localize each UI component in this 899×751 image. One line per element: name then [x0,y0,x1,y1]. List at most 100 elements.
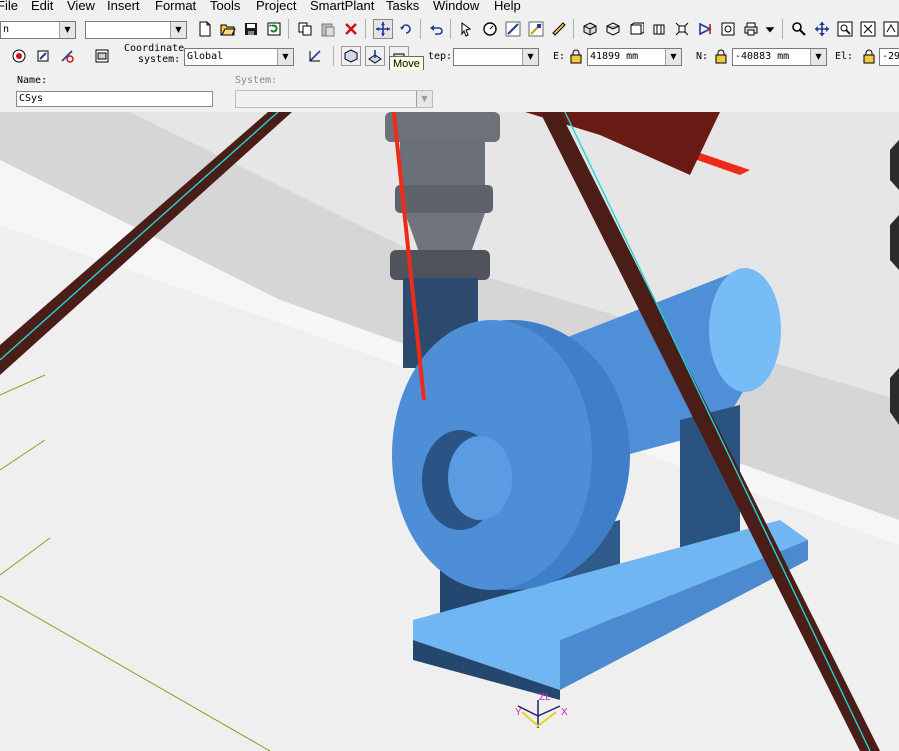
snap-button[interactable] [9,46,29,66]
undo-icon [430,25,443,35]
menu-format[interactable]: Format [155,0,196,13]
east-label: E: [553,51,566,62]
pan-button[interactable] [812,19,832,39]
north-value: -40883 mm [735,51,790,62]
coordinate-system-label: Coordinate [124,43,185,54]
place-pipe-button[interactable] [503,19,523,39]
view-top-button[interactable] [603,19,623,39]
active-permission-combo[interactable]: ▼ [85,21,187,39]
copy-button[interactable] [295,19,315,39]
name-label: Name: [17,75,48,86]
menu-tasks[interactable]: Tasks [386,0,419,13]
menu-file[interactable]: File [0,0,18,13]
view-front-button[interactable] [626,19,646,39]
elevation-lock-button[interactable] [860,47,878,65]
undo-button[interactable] [427,19,447,39]
select-arrow-icon [461,22,472,37]
properties-icon [721,22,735,36]
pipe-tool-icon [505,21,521,37]
view-iso-button[interactable] [580,19,600,39]
coordinate-system-combo[interactable]: Global ▼ [184,48,294,66]
delete-button[interactable] [341,19,361,39]
coordinate-system-label-line2: system: [138,54,181,65]
view-side-button[interactable] [649,19,669,39]
cube-side-icon [653,24,665,35]
name-field[interactable]: CSys [16,91,213,107]
menu-insert[interactable]: Insert [107,0,140,13]
move-button[interactable] [373,19,393,39]
zoom-button[interactable] [789,19,809,39]
pipe-flange [395,185,493,213]
menu-project[interactable]: Project [256,0,296,13]
measure-button[interactable] [480,19,500,39]
menu-view[interactable]: View [67,0,95,13]
new-button[interactable] [195,19,215,39]
chevron-down-icon[interactable]: ▼ [59,22,75,38]
chevron-down-icon [765,27,775,33]
nudge-button[interactable] [33,46,53,66]
menu-tools[interactable]: Tools [210,0,240,13]
properties-button[interactable] [718,19,738,39]
lock-icon [715,49,727,64]
north-lock-button[interactable] [712,47,730,65]
north-label: N: [696,51,709,62]
east-coordinate-combo[interactable]: 41899 mm ▼ [587,48,682,66]
step-combo[interactable]: ▼ [453,48,539,66]
menu-help[interactable]: Help [494,0,521,13]
zoom-area-button[interactable] [835,19,855,39]
chevron-down-icon[interactable]: ▼ [416,91,432,107]
east-lock-button[interactable] [567,47,585,65]
menu-smartplant[interactable]: SmartPlant [310,0,374,13]
paste-button[interactable] [318,19,338,39]
model-view-canvas[interactable]: ZL Y X [0,112,899,751]
filter-combo-value: n [3,24,10,35]
clip-button[interactable] [695,19,715,39]
chevron-down-icon[interactable]: ▼ [277,49,293,65]
system-combo[interactable]: ▼ [235,90,433,108]
filter-combo[interactable]: n ▼ [0,21,76,39]
pipe-flange [385,112,500,142]
ribbon-property-bar: Name: CSys System: ▼ [0,70,899,113]
elevation-coordinate-combo[interactable]: -29 [879,48,899,66]
print-button[interactable] [741,19,761,39]
component-tool-icon [528,21,544,37]
copy-icon [298,22,312,36]
magnifier-icon [792,22,806,36]
open-button[interactable] [218,19,238,39]
chevron-down-icon[interactable]: ▼ [522,49,538,65]
pump-motor-end [709,268,781,392]
cube-front-icon [630,22,644,35]
chevron-down-icon[interactable]: ▼ [665,49,681,65]
target-icon [12,49,26,63]
chevron-down-icon[interactable]: ▼ [810,49,826,65]
print-icon [744,22,758,36]
select-button[interactable] [457,19,477,39]
view-tool-button[interactable] [881,19,899,39]
pinpoint-button[interactable] [57,46,77,66]
y-axis-label: Y [515,707,522,718]
ruler-button[interactable] [549,19,569,39]
rotate-button[interactable] [396,19,416,39]
move-arrows-icon [376,22,390,36]
plane-mode-button[interactable] [341,46,361,66]
insert-component-button[interactable] [526,19,546,39]
graphic-view[interactable]: ZL Y X [0,112,899,751]
toolbar-separator [420,19,421,39]
more-dropdown[interactable] [763,19,777,39]
menu-edit[interactable]: Edit [31,0,53,13]
chevron-down-icon[interactable]: ▼ [170,22,186,38]
toolbar-separator [450,19,451,39]
menu-window[interactable]: Window [433,0,479,13]
pick-coordinate-system-button[interactable] [305,46,325,66]
elevation-value: -29 [882,51,899,62]
north-coordinate-combo[interactable]: -40883 mm ▼ [732,48,827,66]
cube-top-icon [606,22,620,36]
elevation-mode-button[interactable] [365,46,385,66]
save-button[interactable] [241,19,261,39]
nudge-icon [37,50,49,62]
reposition-target-button[interactable] [92,46,112,66]
new-document-icon [199,21,211,37]
zoom-box-button[interactable] [672,19,692,39]
refresh-button[interactable] [264,19,284,39]
fit-button[interactable] [858,19,878,39]
